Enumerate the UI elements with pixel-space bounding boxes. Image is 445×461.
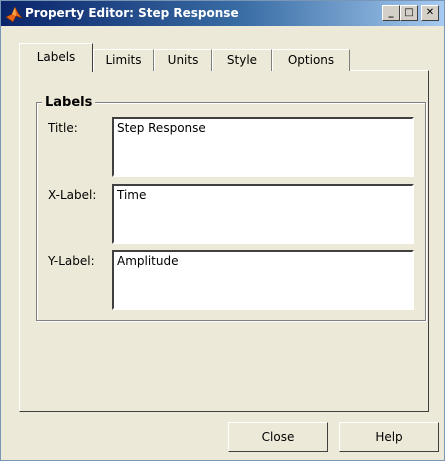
x-label-label: X-Label: xyxy=(48,188,97,202)
tab-limits[interactable]: Limits xyxy=(93,49,154,71)
y-label-field[interactable]: Amplitude xyxy=(112,250,414,310)
minimize-icon: _ xyxy=(388,7,394,18)
title-field[interactable]: Step Response xyxy=(112,117,414,177)
tab-labels[interactable]: Labels xyxy=(19,43,93,72)
maximize-button[interactable]: □ xyxy=(400,5,418,21)
close-button[interactable]: Close xyxy=(228,422,328,452)
help-button[interactable]: Help xyxy=(339,422,439,452)
maximize-icon: □ xyxy=(404,7,414,18)
tab-units[interactable]: Units xyxy=(154,49,212,71)
close-icon: ✕ xyxy=(425,7,435,18)
x-label-field[interactable]: Time xyxy=(112,184,414,244)
title-bar[interactable]: Property Editor: Step Response _ □ ✕ xyxy=(1,1,444,26)
labels-group-title: Labels xyxy=(42,95,96,110)
tab-options[interactable]: Options xyxy=(272,49,350,71)
y-label-label: Y-Label: xyxy=(48,254,95,268)
tab-style[interactable]: Style xyxy=(212,49,272,71)
property-editor-window: Property Editor: Step Response _ □ ✕ Lab… xyxy=(0,0,445,461)
title-label: Title: xyxy=(48,121,78,135)
close-window-button[interactable]: ✕ xyxy=(421,5,439,21)
minimize-button[interactable]: _ xyxy=(382,5,400,21)
window-title: Property Editor: Step Response xyxy=(25,6,239,20)
matlab-icon xyxy=(5,5,23,23)
